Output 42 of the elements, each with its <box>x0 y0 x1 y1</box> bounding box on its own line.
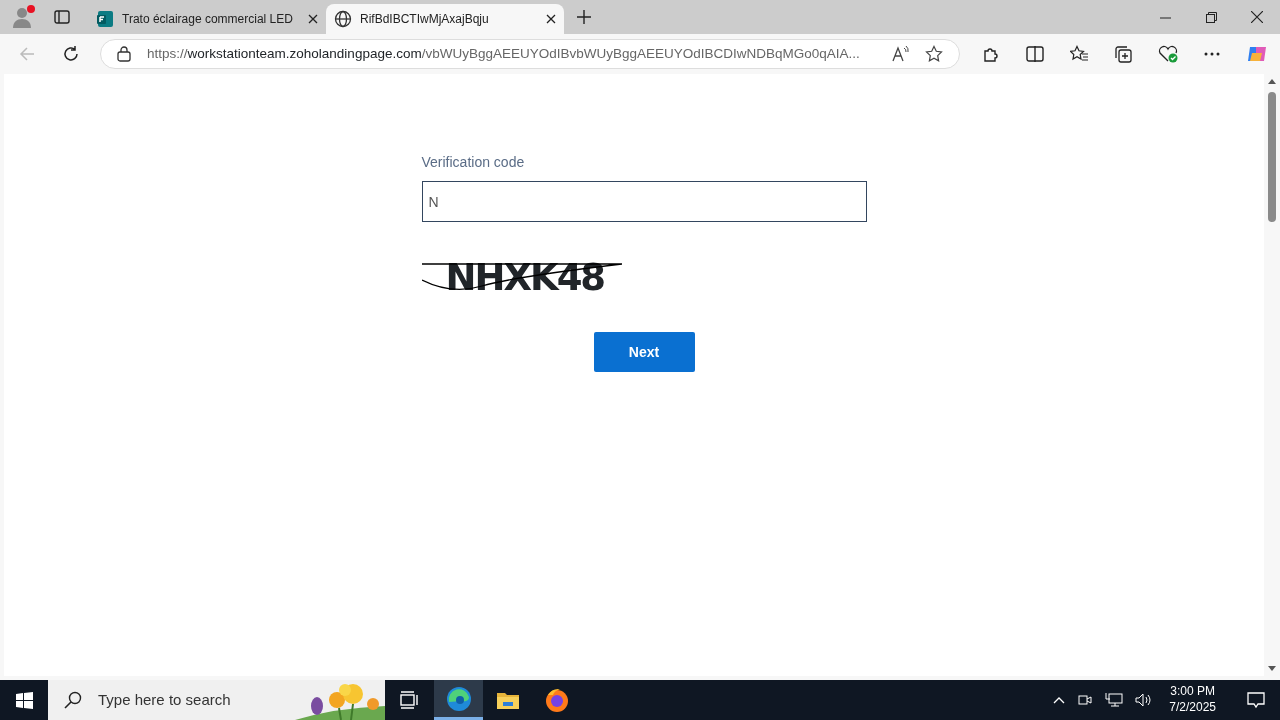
volume-icon[interactable] <box>1135 692 1154 708</box>
health-icon[interactable] <box>1158 45 1178 63</box>
folder-icon <box>495 690 520 710</box>
new-tab-icon[interactable] <box>577 10 591 24</box>
puzzle-icon[interactable] <box>982 45 1000 63</box>
scrollbar-thumb[interactable] <box>1268 92 1276 222</box>
chevron-up-icon[interactable] <box>1053 696 1066 704</box>
browser-tab[interactable]: Trato éclairage commercial LED <box>88 4 326 34</box>
windows-start-icon[interactable] <box>15 691 33 709</box>
close-icon[interactable] <box>1251 11 1263 23</box>
taskbar-app[interactable] <box>434 680 483 720</box>
read-aloud-icon[interactable] <box>891 45 909 63</box>
star-icon[interactable] <box>925 45 943 63</box>
lock-icon[interactable] <box>117 46 131 62</box>
profile-icon[interactable] <box>10 4 36 30</box>
clock-date: 7/2/2025 <box>1169 700 1216 716</box>
firefox-icon <box>543 687 570 713</box>
forms-app-icon <box>96 10 114 28</box>
verification-code-field[interactable]: N <box>421 181 867 222</box>
scroll-down-icon[interactable] <box>1268 666 1276 672</box>
restore-icon[interactable] <box>1205 11 1217 23</box>
collections-icon[interactable] <box>1114 45 1132 63</box>
more-icon[interactable] <box>1204 52 1220 56</box>
search-icon <box>64 691 82 709</box>
refresh-icon[interactable] <box>62 45 80 63</box>
taskbar-search-field[interactable]: Type here to search <box>48 680 385 720</box>
network-icon[interactable] <box>1105 692 1124 708</box>
tab-actions-icon[interactable] <box>54 9 70 25</box>
edge-icon <box>445 685 472 712</box>
notifications-icon[interactable] <box>1247 691 1265 709</box>
globe-icon <box>334 10 352 28</box>
close-icon[interactable] <box>308 14 318 24</box>
camera-icon[interactable] <box>1077 692 1094 708</box>
task-view-icon <box>399 691 420 709</box>
browser-tab[interactable]: RifBdIBCTIwMjAxajBqju <box>326 4 564 34</box>
split-screen-icon[interactable] <box>1026 45 1044 63</box>
clock-time: 3:00 PM <box>1169 684 1216 700</box>
next-button[interactable]: Next <box>593 332 695 372</box>
close-icon[interactable] <box>546 14 556 24</box>
favorites-icon[interactable] <box>1070 45 1088 63</box>
scroll-up-icon[interactable] <box>1268 78 1276 84</box>
field-label: Verification code <box>421 153 526 172</box>
